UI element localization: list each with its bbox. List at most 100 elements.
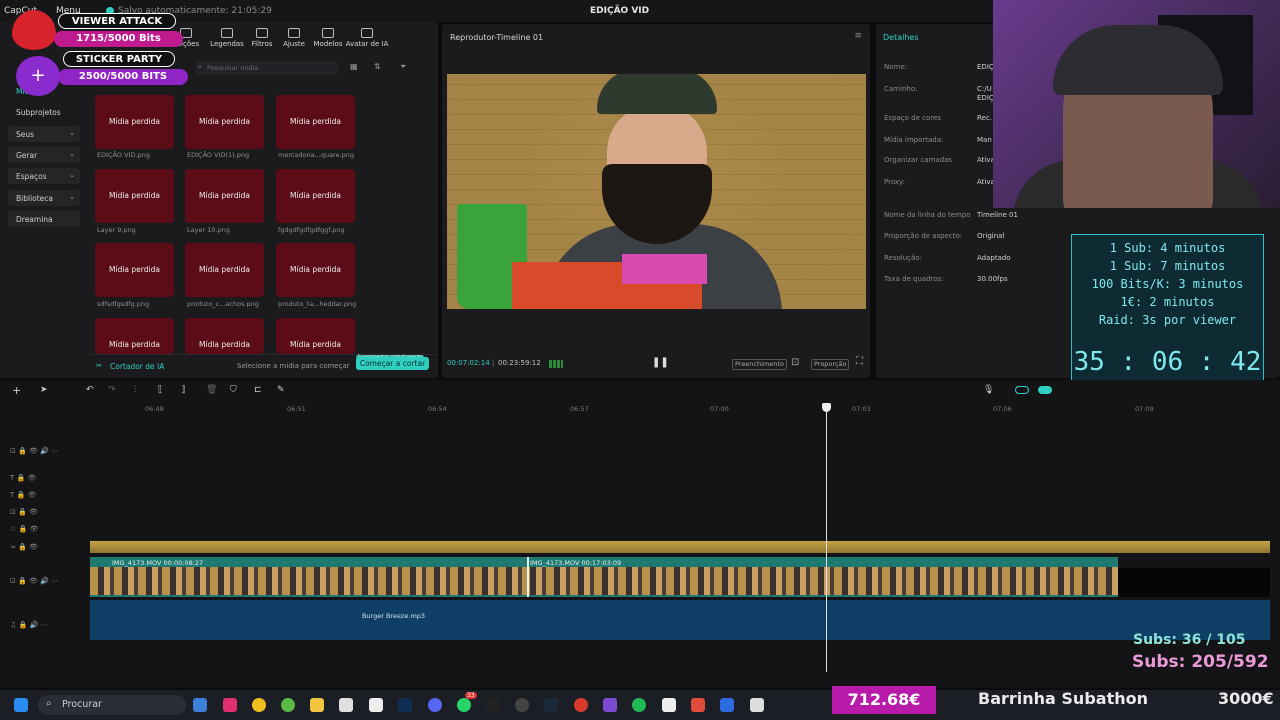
tile-label: Mídia perdida	[109, 191, 160, 200]
filter-icon[interactable]: ⏷	[400, 62, 406, 72]
view-toggle-icon[interactable]: ▦	[350, 62, 358, 71]
sidebar-item-spaces[interactable]: Espaços ⌄	[8, 168, 80, 184]
app-icon[interactable]	[193, 698, 207, 712]
media-tile[interactable]: Mídia perdida	[185, 169, 264, 223]
playhead-handle[interactable]	[822, 403, 831, 412]
sort-icon[interactable]: ⇅	[374, 62, 381, 71]
trim-left-icon[interactable]: ⟦	[158, 385, 162, 395]
template-icon	[322, 28, 334, 38]
folder-icon[interactable]	[310, 698, 324, 712]
taskbar-search-label: Procurar	[62, 699, 102, 710]
undo-icon[interactable]: ↶	[86, 385, 94, 395]
chrome-icon[interactable]	[252, 698, 266, 712]
sidebar-item-generate[interactable]: Gerar ⌄	[8, 147, 80, 163]
fullscreen-icon[interactable]: ⛶	[856, 356, 863, 367]
subathon-rule: 1 Sub: 7 minutos	[1109, 259, 1226, 273]
search-placeholder: Pesquisar mídia	[207, 64, 259, 72]
subathon-timer: 35 : 06 : 42	[1073, 347, 1262, 377]
media-tile[interactable]: Mídia perdida	[185, 95, 264, 149]
select-tool-icon[interactable]: ➤	[40, 385, 48, 395]
sidebar-item-yours[interactable]: Seus ⌄	[8, 126, 80, 142]
app-icon[interactable]	[574, 698, 588, 712]
sidebar-item-dreamina[interactable]: Dreamina	[8, 211, 80, 227]
app-icon[interactable]	[515, 698, 529, 712]
capcut-icon[interactable]	[662, 698, 676, 712]
video-preview[interactable]	[447, 74, 866, 309]
link-toggle-icon[interactable]	[1015, 386, 1029, 394]
detail-value: Original	[977, 232, 1005, 240]
notepad-icon[interactable]	[720, 698, 734, 712]
add-track-icon[interactable]: +	[12, 384, 21, 397]
detail-value: EDIÇ	[977, 63, 994, 71]
spotify-icon[interactable]	[632, 698, 646, 712]
ai-cutter-label[interactable]: Cortador de IA	[110, 362, 164, 371]
track-headers: ⊡ 🔒 👁 🔊 ⋯ T 🔒 👁 T 🔒 👁 ⊡ 🔒 👁 ☆ 🔒 👁 ≈ 🔒 👁 …	[0, 420, 90, 688]
audio-clip[interactable]	[90, 600, 1270, 640]
crop-icon[interactable]: ⊏	[254, 385, 262, 395]
discord-icon[interactable]	[428, 698, 442, 712]
media-tile[interactable]: Mídia perdida	[95, 169, 174, 223]
sticker-party-title: STICKER PARTY	[63, 51, 175, 67]
subathon-rule: Raid: 3s por viewer	[1098, 313, 1237, 327]
tile-label: Mídia perdida	[199, 265, 250, 274]
app-icon[interactable]	[223, 698, 237, 712]
track-type-icon: ♫ 🔒 🔊 ⋯	[10, 621, 48, 629]
search-input[interactable]: ⌕ Pesquisar mídia	[195, 61, 338, 75]
chevron-down-icon: ⌄	[69, 150, 75, 158]
windows-start-icon[interactable]	[14, 698, 28, 712]
media-tile[interactable]: Mídia perdida	[95, 318, 174, 354]
playhead[interactable]	[826, 404, 827, 672]
shield-icon[interactable]: ⛉	[230, 385, 237, 395]
detail-value: Man	[977, 136, 992, 144]
sticker-heart-icon: +	[16, 56, 60, 96]
media-tile[interactable]: Mídia perdida	[95, 95, 174, 149]
pause-button[interactable]: ❚❚	[652, 357, 669, 368]
adjustment-track[interactable]	[90, 541, 1270, 553]
app-icon[interactable]	[603, 698, 617, 712]
start-cutting-button[interactable]: Começar a cortar	[356, 357, 429, 370]
redo-icon[interactable]: ↷	[108, 385, 116, 395]
steam-icon[interactable]	[544, 698, 558, 712]
ruler-tick: 06:57	[570, 405, 589, 413]
capcut-icon[interactable]	[369, 698, 383, 712]
plus-icon: +	[30, 65, 46, 86]
time-ruler[interactable]: 06:48 06:51 06:54 06:57 07:00 07:03 07:0…	[90, 402, 1280, 416]
media-tile[interactable]: Mídia perdida	[276, 318, 355, 354]
trim-right-icon[interactable]: ⟧	[181, 385, 185, 395]
split-icon[interactable]: ⫶	[134, 385, 136, 395]
capcut-icon[interactable]	[750, 698, 764, 712]
menu-icon[interactable]: ≡	[854, 31, 862, 41]
epic-icon[interactable]	[486, 698, 500, 712]
media-tile[interactable]: Mídia perdida	[276, 169, 355, 223]
whatsapp-icon[interactable]	[457, 698, 471, 712]
app-icon[interactable]	[691, 698, 705, 712]
app-icon[interactable]	[281, 698, 295, 712]
tile-label: Mídia perdida	[199, 340, 250, 349]
media-tile[interactable]: Mídia perdida	[185, 243, 264, 297]
adjust-icon	[288, 28, 300, 38]
snap-toggle-icon[interactable]	[1038, 386, 1052, 394]
detail-value: EDIÇ	[977, 94, 994, 102]
media-tile[interactable]: Mídia perdida	[276, 243, 355, 297]
media-tile[interactable]: Mídia perdida	[276, 95, 355, 149]
screenshot-icon[interactable]: ⊡	[791, 357, 799, 368]
calculator-icon[interactable]	[339, 698, 353, 712]
media-tile[interactable]: Mídia perdida	[95, 243, 174, 297]
tab-label: Legendas	[210, 40, 244, 48]
photoshop-icon[interactable]	[398, 698, 412, 712]
taskbar-search[interactable]: ⌕ Procurar	[38, 695, 186, 715]
tab-ai-avatar[interactable]: Avatar de IA	[345, 28, 389, 48]
tab-label: Avatar de IA	[345, 40, 389, 48]
microphone-icon[interactable]: 🎙	[983, 385, 994, 395]
magic-icon[interactable]: ✎	[277, 385, 285, 395]
ratio-button[interactable]: Proporção	[811, 359, 850, 370]
ruler-tick: 06:54	[428, 405, 447, 413]
tab-templates[interactable]: Modelos	[306, 28, 350, 48]
delete-icon[interactable]: 🗑	[206, 385, 217, 395]
media-tile[interactable]: Mídia perdida	[185, 318, 264, 354]
sidebar-item-library[interactable]: Biblioteca ⌄	[8, 190, 80, 206]
detail-label: Proporção de aspecto:	[884, 232, 963, 240]
fill-button[interactable]: Preenchimento	[732, 359, 787, 370]
sidebar-item-subprojects[interactable]: Subprojetos	[8, 104, 80, 120]
track-type-icon: T 🔒 👁	[10, 474, 37, 482]
